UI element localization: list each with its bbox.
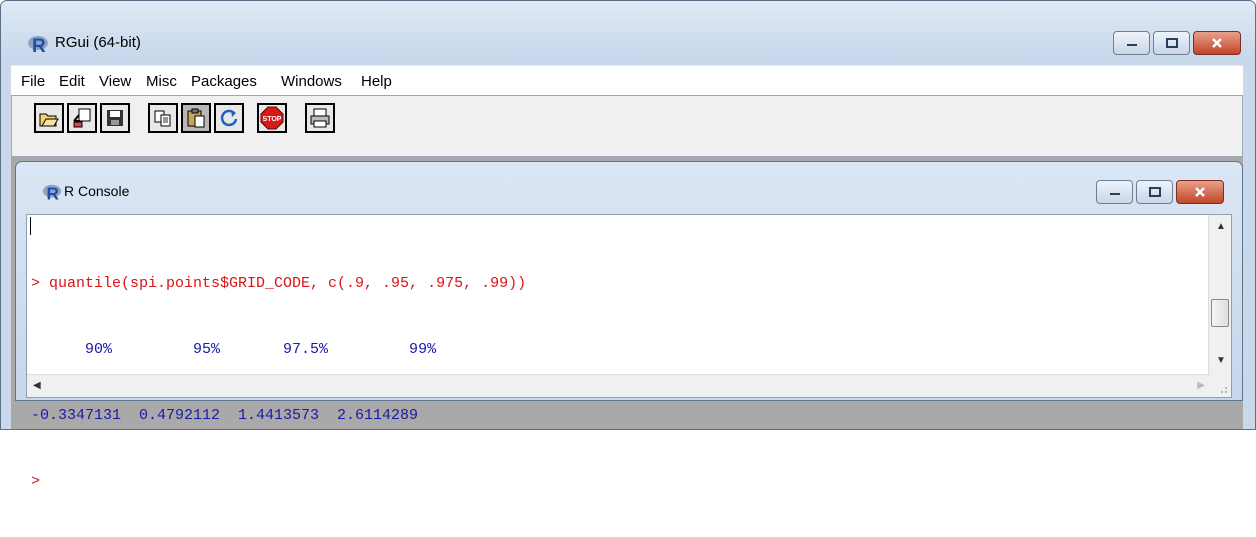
menu-help[interactable]: Help — [361, 73, 392, 90]
paste-icon — [187, 108, 205, 128]
menu-misc[interactable]: Misc — [146, 73, 177, 90]
svg-text:STOP: STOP — [263, 116, 282, 123]
load-workspace-button[interactable] — [67, 103, 97, 133]
rgui-window: R RGui (64-bit) File Edit View Misc Pack… — [0, 0, 1256, 490]
console-close-button[interactable] — [1176, 180, 1224, 204]
close-icon — [1195, 187, 1205, 197]
console-command-line: > quantile(spi.points$GRID_CODE, c(.9, .… — [31, 275, 527, 292]
console-text-area[interactable]: > quantile(spi.points$GRID_CODE, c(.9, .… — [26, 214, 1232, 490]
toolbar: STOP — [11, 95, 1243, 157]
console-prompt: > — [31, 473, 41, 490]
menu-view[interactable]: View — [99, 73, 131, 90]
menu-edit[interactable]: Edit — [59, 73, 85, 90]
console-minimize-button[interactable] — [1096, 180, 1133, 204]
r-logo-icon: R — [42, 183, 62, 202]
r-logo-icon: R — [28, 36, 48, 55]
folder-open-icon — [39, 113, 59, 127]
stop-button[interactable]: STOP — [257, 103, 287, 133]
maximize-button[interactable] — [1153, 31, 1190, 55]
open-script-button[interactable] — [34, 103, 64, 133]
svg-text:R: R — [47, 183, 60, 202]
load-workspace-icon — [73, 108, 91, 128]
console-maximize-button[interactable] — [1136, 180, 1173, 204]
save-workspace-button[interactable] — [100, 103, 130, 133]
size-grip[interactable] — [1209, 375, 1231, 397]
menu-windows[interactable]: Windows — [281, 73, 342, 90]
copy-paste-button[interactable] — [214, 103, 244, 133]
maximize-icon — [1165, 38, 1178, 48]
close-button[interactable] — [1193, 31, 1241, 55]
quantile-values: -0.3347131 0.4792112 1.4413573 2.6114289 — [31, 407, 419, 424]
minimize-button[interactable] — [1113, 31, 1150, 55]
menu-bar: File Edit View Misc Packages Windows Hel… — [11, 65, 1243, 96]
paste-button[interactable] — [181, 103, 211, 133]
refresh-icon — [220, 109, 238, 127]
minimize-icon — [1109, 193, 1120, 195]
minimize-icon — [1126, 44, 1137, 46]
resize-grip-icon — [1221, 387, 1227, 393]
printer-icon — [310, 108, 330, 128]
copy-button[interactable] — [148, 103, 178, 133]
copy-icon — [154, 110, 171, 127]
maximize-icon — [1148, 187, 1161, 197]
quantile-headers: 90% 95% 97.5% 99% — [31, 341, 437, 358]
scroll-down-icon[interactable]: ▼ — [1216, 355, 1226, 366]
horizontal-scrollbar[interactable]: ◀ ▶ — [27, 374, 1211, 397]
console-title: R Console — [64, 183, 130, 199]
scroll-up-icon[interactable]: ▲ — [1216, 221, 1226, 232]
title-bar[interactable]: R RGui (64-bit) — [1, 1, 1255, 63]
svg-text:R: R — [32, 36, 46, 55]
floppy-disk-icon — [107, 110, 123, 126]
print-button[interactable] — [305, 103, 335, 133]
vertical-scroll-thumb[interactable] — [1211, 299, 1229, 327]
menu-file[interactable]: File — [21, 73, 45, 90]
window-title: RGui (64-bit) — [55, 34, 141, 51]
close-icon — [1212, 38, 1222, 48]
stop-icon: STOP — [260, 106, 284, 130]
r-console-window: R R Console > quantile(spi.points$GRID_C… — [15, 161, 1243, 490]
scroll-left-icon[interactable]: ◀ — [33, 380, 41, 391]
vertical-scrollbar[interactable]: ▲ ▼ — [1208, 215, 1231, 375]
scroll-right-icon[interactable]: ▶ — [1197, 380, 1205, 391]
menu-packages[interactable]: Packages — [191, 73, 257, 90]
